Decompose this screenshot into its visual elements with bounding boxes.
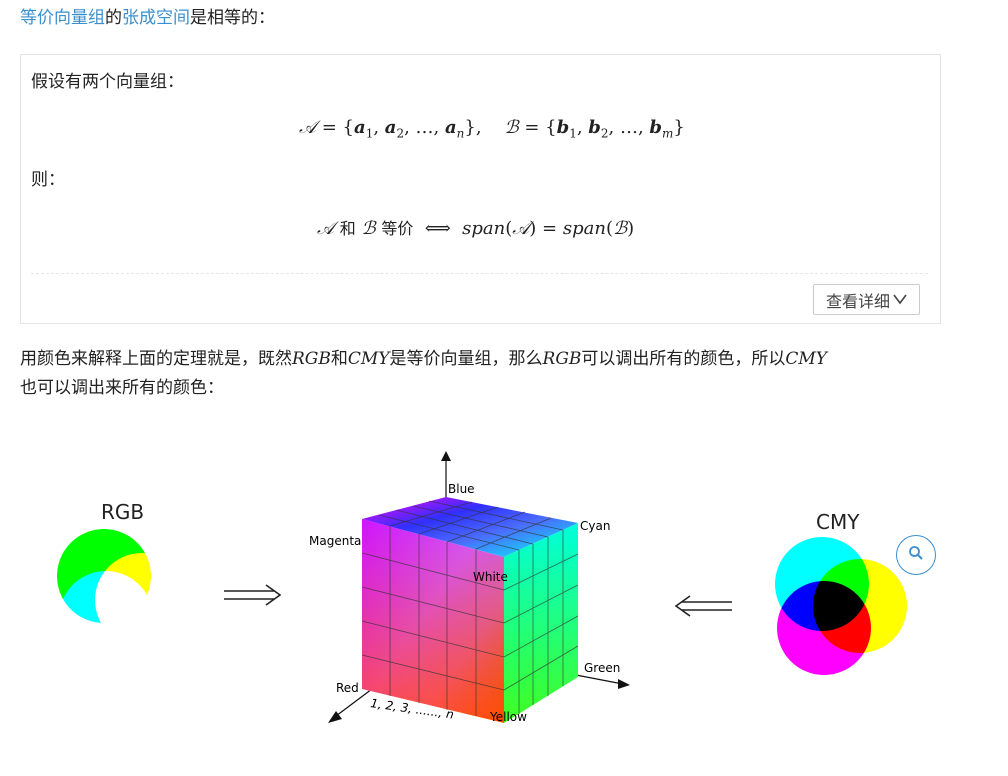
intro-text-de: 的: [105, 8, 122, 28]
label-red: Red: [336, 681, 359, 695]
para-var-cmy-2: CMY: [785, 349, 828, 369]
intro-line: 等价向量组的张成空间是相等的：: [20, 5, 275, 31]
box-divider: [31, 273, 928, 274]
color-cube-diagram: Blue Cyan Magenta White Green Red Yellow…: [309, 451, 630, 724]
explanation-paragraph: 用颜色来解释上面的定理就是，既然RGB和CMY是等价向量组，那么RGB可以调出所…: [20, 345, 950, 403]
search-icon: [908, 545, 924, 565]
para-var-rgb-2: RGB: [542, 349, 582, 369]
intro-text-tail: 是相等的：: [190, 8, 275, 28]
equiv-word-dengjia: 等价: [381, 219, 414, 238]
cube-side-face: [504, 523, 578, 723]
label-green: Green: [584, 661, 620, 675]
rgb-additive-diagram: [57, 529, 189, 665]
theorem-then: 则：: [31, 170, 65, 190]
cmy-title: CMY: [816, 510, 860, 534]
rgb-title: RGB: [101, 500, 145, 524]
zoom-image-button[interactable]: [896, 535, 936, 575]
link-span-space[interactable]: 张成空间: [122, 8, 190, 28]
label-yellow: Yellow: [489, 710, 527, 724]
rgb-blue-circle: [59, 571, 153, 665]
equiv-word-he: 和: [339, 219, 356, 238]
label-cyan: Cyan: [580, 519, 610, 533]
cmy-magenta-circle: [777, 581, 871, 675]
implies-right-arrow-icon: [224, 584, 282, 606]
link-equivalent-vector-sets[interactable]: 等价向量组: [20, 8, 105, 28]
para-text-5: 也可以调出来所有的颜色：: [20, 378, 224, 398]
label-magenta: Magenta: [309, 534, 361, 548]
formula-equivalence: 𝒜 和 ℬ 等价 ⟺ span(𝒜) = span(ℬ): [317, 218, 635, 239]
theorem-box: 假设有两个向量组： 𝒜 = {a1, a2, …, an}, ℬ = {b1, …: [20, 54, 941, 324]
view-detail-button[interactable]: 查看详细: [813, 284, 920, 315]
view-detail-label: 查看详细: [825, 291, 890, 311]
chevron-down-icon: [893, 290, 907, 309]
label-blue: Blue: [448, 482, 475, 496]
formula-vector-sets: 𝒜 = {a1, a2, …, an}, ℬ = {b1, b2, …, bm}: [299, 117, 685, 141]
para-var-cmy: CMY: [347, 349, 390, 369]
label-white: White: [473, 570, 508, 584]
theorem-premise: 假设有两个向量组：: [31, 72, 184, 92]
para-text-1: 用颜色来解释上面的定理就是，既然: [20, 349, 292, 369]
para-text-4: 可以调出所有的颜色，所以: [581, 349, 786, 369]
implied-left-arrow-icon: [674, 595, 732, 617]
para-text-2: 和: [330, 349, 348, 369]
para-text-3: 是等价向量组，那么: [389, 349, 543, 369]
para-var-rgb: RGB: [292, 349, 331, 369]
